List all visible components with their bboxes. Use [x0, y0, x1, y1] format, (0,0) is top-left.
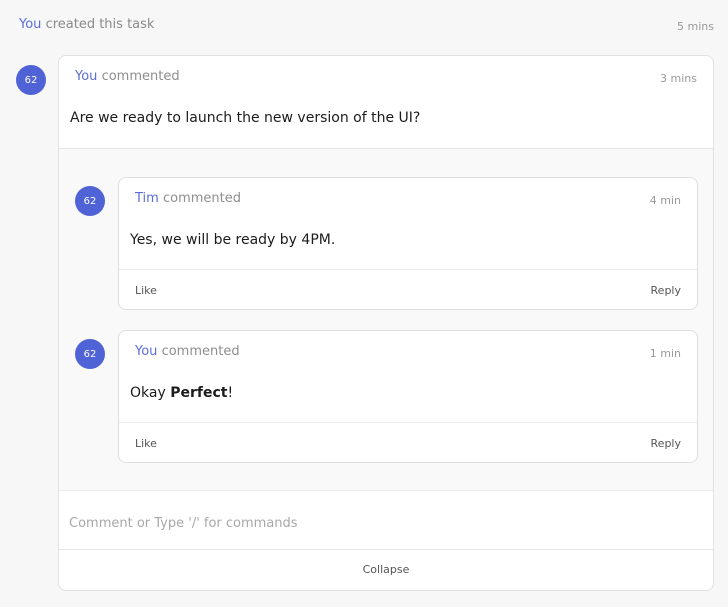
- reply-body: Yes, we will be ready by 4PM.: [130, 232, 336, 248]
- comment-action: commented: [101, 69, 180, 84]
- reply-timestamp: 4 min: [649, 194, 681, 207]
- avatar[interactable]: 62: [75, 339, 105, 369]
- reply-button[interactable]: Reply: [651, 437, 681, 450]
- reply-header: Tim commented 4 min: [135, 191, 681, 209]
- task-created-event: You created this task 5 mins: [19, 17, 714, 35]
- reply-card: Tim commented 4 min Yes, we will be read…: [118, 177, 698, 310]
- activity-action: created this task: [45, 17, 155, 32]
- activity-timestamp: 5 mins: [677, 20, 714, 33]
- comment-thread: You commented 3 mins Are we ready to lau…: [58, 55, 714, 591]
- replies-section: 62 Tim commented 4 min Yes, we will be r…: [59, 148, 713, 490]
- reply-text-suffix: !: [227, 385, 234, 401]
- collapse-button[interactable]: Collapse: [59, 549, 713, 590]
- reply-author[interactable]: Tim: [135, 191, 159, 206]
- avatar[interactable]: 62: [16, 65, 46, 95]
- avatar[interactable]: 62: [75, 186, 105, 216]
- reply-card: You commented 1 min Okay Perfect! Like R…: [118, 330, 698, 463]
- comment-timestamp: 3 mins: [660, 72, 697, 85]
- task-activity-panel: You created this task 5 mins 62 You comm…: [0, 0, 728, 607]
- activity-actor[interactable]: You: [19, 17, 41, 32]
- reply-button[interactable]: Reply: [651, 284, 681, 297]
- reply-action: commented: [161, 344, 240, 359]
- reply-author[interactable]: You: [135, 344, 157, 359]
- comment-input[interactable]: [69, 511, 689, 535]
- reply-timestamp: 1 min: [649, 347, 681, 360]
- reply-actions: Like Reply: [119, 422, 697, 462]
- reply-action: commented: [162, 191, 241, 206]
- comment-author[interactable]: You: [75, 69, 97, 84]
- reply-body: Okay Perfect!: [130, 385, 233, 401]
- like-button[interactable]: Like: [135, 284, 157, 297]
- reply-header: You commented 1 min: [135, 344, 681, 362]
- reply-text-prefix: Okay: [130, 385, 171, 401]
- like-button[interactable]: Like: [135, 437, 157, 450]
- reply-actions: Like Reply: [119, 269, 697, 309]
- comment-body: Are we ready to launch the new version o…: [70, 110, 421, 126]
- comment-composer: [59, 490, 713, 550]
- comment-header: You commented 3 mins: [75, 69, 697, 87]
- reply-text-bold: Perfect: [170, 385, 228, 401]
